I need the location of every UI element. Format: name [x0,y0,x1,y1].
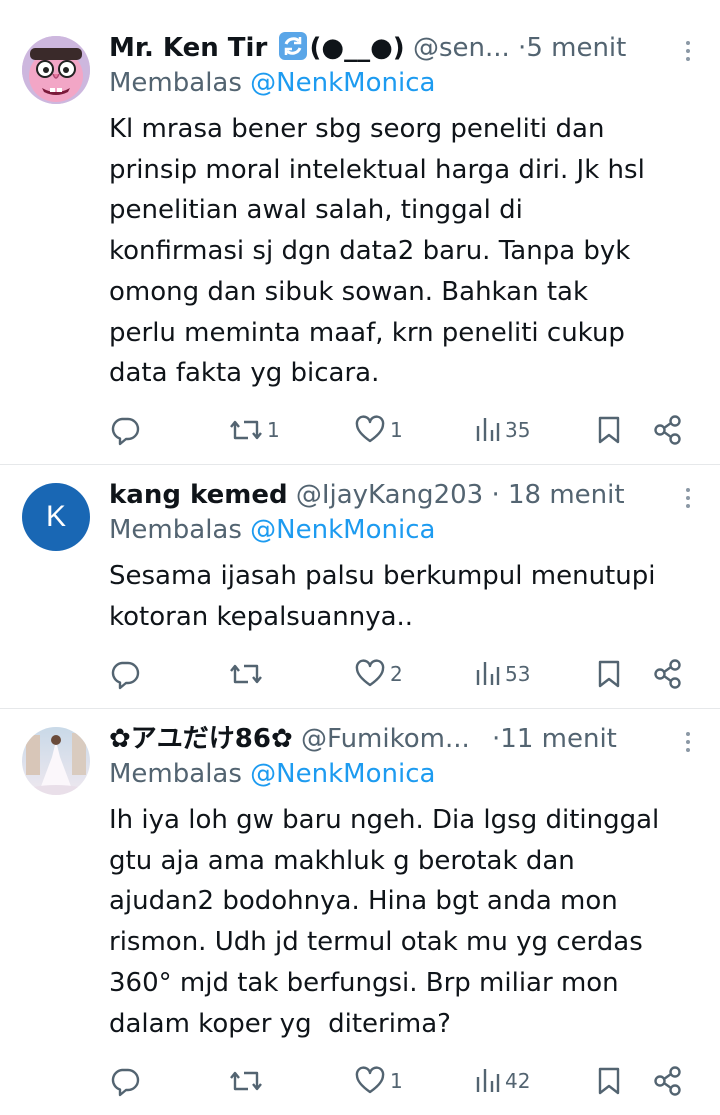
timestamp[interactable]: 11 menit [500,724,617,754]
like-count: 2 [390,662,403,686]
like-button[interactable]: 1 [354,412,403,448]
retweet-button[interactable] [229,1063,267,1099]
tweet-1[interactable]: Mr. Ken Tir (●__●) @sen... ·5 menit Memb… [0,0,720,463]
share-icon [654,415,681,445]
views-chart-icon [476,662,500,685]
views-count: 53 [505,662,531,686]
user-handle[interactable]: @sen... [413,33,510,63]
like-count: 1 [390,1069,403,1093]
retweet-button[interactable] [229,656,267,692]
action-bar: 1 42 [109,1063,699,1099]
bookmark-button[interactable] [595,1063,623,1099]
heart-icon [355,415,385,443]
tweet-2[interactable]: K kang kemed @IjayKang203 · 18 menit Mem… [0,465,720,708]
tweet-header: ✿アユだけ86✿ @Fumikom... ·11 menit [109,722,720,756]
replying-to: Membalas @NenkMonica [109,756,720,794]
reply-button[interactable] [109,656,145,692]
like-count: 1 [390,418,403,442]
reply-prefix: Membalas [109,759,242,789]
retweet-icon [230,420,262,440]
user-handle[interactable]: @Fumikom... [301,724,470,754]
reply-icon [111,1068,140,1097]
share-icon [654,659,681,689]
sync-badge-icon [278,31,308,61]
retweet-icon [230,664,262,684]
views-button[interactable]: 42 [475,1063,530,1099]
like-button[interactable]: 2 [354,656,403,692]
heart-icon [355,1066,385,1094]
bookmark-button[interactable] [595,412,623,448]
display-name[interactable]: kang kemed [109,480,288,510]
avatar[interactable]: K [22,483,90,551]
avatar[interactable] [22,36,90,104]
avatar[interactable] [22,727,90,795]
views-chart-icon [476,1069,500,1092]
photo-avatar-icon [22,727,90,795]
tweet-text: Ih iya loh gw baru ngeh. Dia lgsg diting… [109,805,660,1039]
tweet-3[interactable]: ✿アユだけ86✿ @Fumikom... ·11 menit Membalas … [0,709,720,1115]
user-handle[interactable]: @IjayKang203 [296,480,483,510]
bookmark-icon [598,1067,620,1095]
reply-button[interactable] [109,1063,145,1099]
retweet-icon [230,1071,262,1091]
bookmark-button[interactable] [595,656,623,692]
share-icon [654,1066,681,1096]
reply-icon [111,417,140,446]
bookmark-icon [598,660,620,688]
reply-mention-link[interactable]: @NenkMonica [250,68,435,98]
more-options-icon[interactable] [684,728,692,756]
timestamp[interactable]: 18 menit [508,480,625,510]
like-button[interactable]: 1 [354,1063,403,1099]
replying-to: Membalas @NenkMonica [109,512,720,550]
reply-mention-link[interactable]: @NenkMonica [250,515,435,545]
action-bar: 1 1 35 [109,412,699,448]
heart-icon [355,659,385,687]
reply-icon [111,661,140,690]
bookmark-icon [598,416,620,444]
avatar-letter: K [45,500,66,533]
tweet-text: Sesama ijasah palsu berkumpul menutupi k… [109,561,656,632]
timestamp[interactable]: 5 menit [526,33,626,63]
views-count: 35 [505,418,531,442]
cartoon-face-avatar-icon [22,36,90,104]
display-name[interactable]: Mr. Ken Tir [109,33,267,63]
share-button[interactable] [653,412,683,448]
action-bar: 2 53 [109,656,699,692]
views-chart-icon [476,418,500,441]
display-name-suffix: (●__●) [309,33,405,63]
reply-mention-link[interactable]: @NenkMonica [250,759,435,789]
display-name[interactable]: ✿アユだけ86✿ [109,724,293,754]
replying-to: Membalas @NenkMonica [109,65,720,103]
share-button[interactable] [653,1063,683,1099]
tweet-header: kang kemed @IjayKang203 · 18 menit [109,478,720,512]
separator: · [491,480,500,510]
tweet-header: Mr. Ken Tir (●__●) @sen... ·5 menit [109,31,720,65]
views-button[interactable]: 35 [475,412,530,448]
retweet-button[interactable]: 1 [229,412,280,448]
views-count: 42 [505,1069,531,1093]
reply-prefix: Membalas [109,68,242,98]
reply-button[interactable] [109,412,145,448]
tweet-text: Kl mrasa bener sbg seorg peneliti dan pr… [109,114,645,389]
more-options-icon[interactable] [684,37,692,65]
share-button[interactable] [653,656,683,692]
views-button[interactable]: 53 [475,656,530,692]
retweet-count: 1 [267,418,280,442]
reply-prefix: Membalas [109,515,242,545]
more-options-icon[interactable] [684,484,692,512]
